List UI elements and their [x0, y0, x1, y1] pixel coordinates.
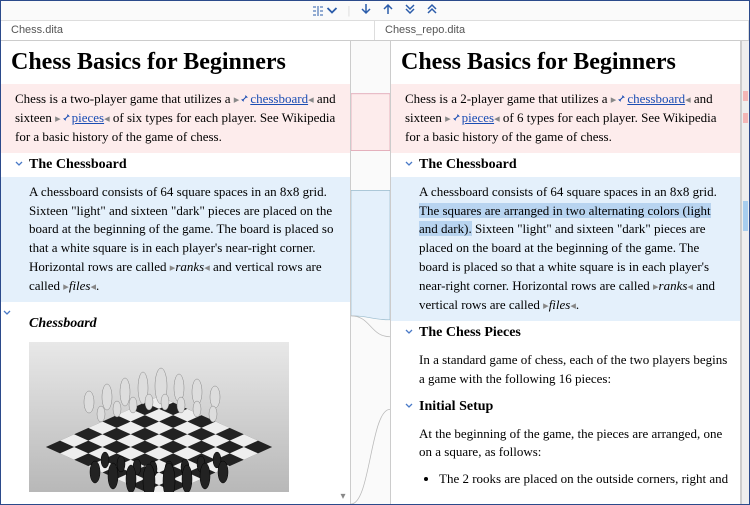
separator: |	[348, 3, 350, 18]
heading-text: The Chessboard	[419, 157, 517, 172]
section-pieces-title: The Chess Pieces	[391, 321, 740, 345]
link-icon	[62, 113, 71, 122]
diff-marker[interactable]	[743, 91, 748, 101]
chessboard-image	[29, 342, 289, 492]
heading-text: The Chessboard	[29, 157, 127, 172]
chessboard-paragraph: A chessboard consists of 64 square space…	[391, 177, 740, 321]
figure-container	[1, 302, 350, 310]
text: Chess is a	[15, 91, 70, 106]
section-chessboard-title: The Chessboard	[1, 153, 350, 177]
diff-marker[interactable]	[743, 201, 748, 231]
xref-element[interactable]: ▸pieces◂	[445, 110, 500, 125]
scroll-down-icon[interactable]: ▾	[336, 491, 350, 502]
section-setup-title: Initial Setup	[391, 395, 740, 419]
diff-window: | Chess.dita Chess_repo.dita Chess Basic…	[0, 0, 750, 505]
overview-ruler[interactable]	[741, 41, 749, 504]
diff-word: two-player	[70, 91, 126, 106]
double-arrow-down-icon	[404, 3, 416, 15]
text: of	[500, 110, 517, 125]
link-text: pieces	[462, 110, 494, 125]
heading-text: Initial Setup	[419, 399, 493, 414]
link-text: pieces	[72, 110, 104, 125]
diff-word: six	[127, 110, 142, 125]
chessboard-paragraph: A chessboard consists of 64 square space…	[1, 177, 350, 302]
diff-marker[interactable]	[743, 113, 748, 123]
term: files	[69, 278, 91, 293]
chevron-down-icon[interactable]	[405, 402, 413, 410]
text: .	[576, 297, 579, 312]
pieces-paragraph: In a standard game of chess, each of the…	[391, 345, 740, 395]
last-diff-button[interactable]	[404, 3, 416, 19]
link-text: chessboard	[250, 91, 308, 106]
algorithm-icon	[312, 5, 324, 17]
setup-list: The 2 rooks are placed on the outside co…	[391, 468, 740, 495]
right-file-tab[interactable]: Chess_repo.dita	[375, 21, 749, 40]
left-pane[interactable]: Chess Basics for Beginners Chess is a tw…	[1, 41, 351, 504]
heading-text: The Chess Pieces	[419, 325, 521, 340]
prev-diff-button[interactable]	[382, 3, 394, 19]
setup-paragraph: At the beginning of the game, the pieces…	[391, 419, 740, 469]
chevron-down-icon[interactable]	[405, 328, 413, 336]
first-diff-button[interactable]	[426, 3, 438, 19]
intro-paragraph: Chess is a 2-player game that utilizes a…	[391, 84, 740, 153]
term: ranks	[175, 259, 204, 274]
link-icon	[240, 94, 249, 103]
diff-word: 2-player	[460, 91, 503, 106]
chevron-down-icon[interactable]	[405, 160, 413, 168]
diff-toolbar: |	[1, 1, 749, 21]
arrow-up-icon	[382, 3, 394, 15]
connector-lines	[351, 41, 390, 504]
next-diff-button[interactable]	[360, 3, 372, 19]
term: ranks	[659, 278, 688, 293]
double-arrow-up-icon	[426, 3, 438, 15]
text: Chess is a	[405, 91, 460, 106]
text: A chessboard consists of 64 square space…	[419, 184, 717, 199]
figure-title: Chessboard	[1, 310, 350, 338]
text: .	[96, 278, 99, 293]
xref-element[interactable]: ▸chessboard◂	[234, 91, 314, 106]
text: of	[110, 110, 127, 125]
file-tabs: Chess.dita Chess_repo.dita	[1, 21, 749, 41]
diff-connector-gutter	[351, 41, 391, 504]
doc-title: Chess Basics for Beginners	[391, 41, 740, 84]
arrow-down-icon	[360, 3, 372, 15]
diff-panes: Chess Basics for Beginners Chess is a tw…	[1, 41, 749, 504]
text: game that utilizes a	[127, 91, 234, 106]
term: files	[549, 297, 571, 312]
list-item: The 2 rooks are placed on the outside co…	[439, 470, 730, 488]
doc-title: Chess Basics for Beginners	[1, 41, 350, 84]
intro-paragraph: Chess is a two-player game that utilizes…	[1, 84, 350, 153]
algorithm-button[interactable]	[312, 5, 338, 17]
text: game that utilizes a	[504, 91, 611, 106]
link-text: chessboard	[627, 91, 685, 106]
left-file-tab[interactable]: Chess.dita	[1, 21, 375, 40]
chevron-down-icon[interactable]	[3, 309, 11, 317]
figure-block: Chessboard	[1, 302, 350, 504]
chevron-down-icon[interactable]	[15, 160, 23, 168]
link-icon	[452, 113, 461, 122]
dropdown-icon	[326, 5, 338, 17]
link-icon	[617, 94, 626, 103]
xref-element[interactable]: ▸pieces◂	[55, 110, 110, 125]
right-pane[interactable]: Chess Basics for Beginners Chess is a 2-…	[391, 41, 741, 504]
section-chessboard-title: The Chessboard	[391, 153, 740, 177]
xref-element[interactable]: ▸chessboard◂	[611, 91, 691, 106]
